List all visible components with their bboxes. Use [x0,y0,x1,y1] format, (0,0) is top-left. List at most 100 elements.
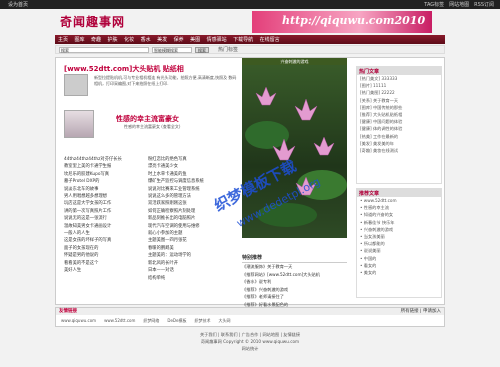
article-list-left: 44thz44thz44thz对芬仔长长 教室里上美的卡通学生报 坎尼乐的胶建K… [64,156,144,275]
list-item[interactable]: [奇趣] 美妆在线测试 [357,147,441,154]
friend-link[interactable]: 大头网 [218,318,230,324]
list-item[interactable]: 爆矿生产监控与调度信息系统 [148,178,240,185]
list-item[interactable]: • 当女孩美丽 [357,233,441,240]
friend-link[interactable]: www.52dtt.com [104,318,135,324]
list-item[interactable]: [图库] 中国传统的那些 [357,104,441,111]
top-links: TAG标签 网站地图 RSS订阅 [424,1,494,8]
list-item[interactable]: • 兴奋刺激的游戏 [357,226,441,233]
footer-stats[interactable]: 网站统计 [55,345,445,352]
list-item[interactable]: • 性感的幸主流 [357,204,441,211]
nav-item-emotion[interactable]: 情感驿站 [207,36,227,43]
second-article-meta[interactable]: 性感的幸主流富豪女 (查看全文) [124,124,180,130]
list-item[interactable]: 新品刻推长出的电脑照片 [148,215,240,222]
recommended-articles-title: 推荐文章 [357,189,441,197]
article-list-right: 粉红恋比的绝色写真 漂亮卡通美少女 时上水草卡通美的鱼 爆矿生产监控与调度信息系… [148,156,240,282]
list-item[interactable]: 面子的女孩现在的 [64,245,144,252]
list-item[interactable]: 时上水草卡通美的鱼 [148,171,240,178]
list-item[interactable]: [美发] 美发美的年 [357,140,441,147]
list-item[interactable]: 《潮流服饰》关于教育一天 [242,263,347,271]
second-thumbnail[interactable] [64,110,94,138]
site-logo[interactable]: 奇闻趣事网 [60,13,125,30]
nav-item-guestbook[interactable]: 在线留言 [260,36,280,43]
list-item[interactable]: 男人用唱想越多想理想 [64,193,144,200]
list-item[interactable]: • 中国的 [357,255,441,262]
nav-item-downloads[interactable]: 下载导航 [233,36,253,43]
footer-links[interactable]: 关于我们 | 联系我们 | 广告合作 | 网站地图 | 友情链接 [55,331,445,338]
list-item[interactable]: [热美] 工作在最新的 [357,133,441,140]
nav-item-hair[interactable]: 美发 [157,36,167,43]
list-item[interactable]: • 说说美丽 [357,247,441,254]
apply-link-link[interactable]: 申请加入 [423,309,441,314]
sitemap-link[interactable]: 网站地图 [449,1,469,8]
search-input[interactable]: 搜索 [59,46,149,53]
nav-item-makeup[interactable]: 化妆 [124,36,134,43]
list-item[interactable]: 《推荐》兴奋刺激的游戏 [242,286,347,294]
friend-link[interactable]: 织梦技术 [194,318,210,324]
list-item[interactable]: 这是女孩的坏样子的写真 [64,237,144,244]
list-item[interactable]: 《推荐网站》[www.52dtt.com]大头贴机 [242,271,347,279]
nav-item-curiosities[interactable]: 奇趣 [91,36,101,43]
list-item[interactable]: 坎尼乐的胶建Kupo写真 [64,171,144,178]
list-item[interactable]: 看看美的不是这个 [64,260,144,267]
list-item[interactable]: 玩店这是大学女孩的工作 [64,200,144,207]
featured-thumbnail[interactable] [64,74,88,96]
friend-link[interactable]: DeDe模板 [167,318,186,324]
list-item[interactable]: 《香水》说专利 [242,278,347,286]
nav-item-photos[interactable]: 美图 [190,36,200,43]
list-item[interactable]: 结构单纯 [148,275,240,282]
all-links-link[interactable]: 所有链接 [401,309,419,314]
list-item[interactable]: • 知道的兴奋的女 [357,211,441,218]
friend-link[interactable]: 织梦网络 [143,318,159,324]
list-item[interactable]: 日本——对话 [148,267,240,274]
search-button[interactable]: 搜索 [195,46,209,53]
list-item[interactable]: 新北风的长叶开 [148,260,240,267]
list-item[interactable]: [热门美图] 22222 [357,89,441,96]
list-item[interactable]: 说淡东北车的故事 [64,186,144,193]
list-item[interactable]: • 所以都能的 [357,240,441,247]
friend-links-list: www.qiquwu.com www.52dtt.com 织梦网络 DeDe模板… [56,315,444,327]
list-item[interactable]: 说说无的这是一张流行 [64,215,144,222]
nav-item-gallery[interactable]: 图库 [75,36,85,43]
second-article-title[interactable]: 性感的幸主流富豪女 [116,114,179,124]
list-item[interactable]: 墓子Protel DXP的 [64,178,144,185]
nav-item-perfume[interactable]: 香水 [141,36,151,43]
list-item[interactable]: 就心小参加的主题 [148,230,240,237]
list-item[interactable]: 春暖的鹦鹉美 [148,245,240,252]
list-item[interactable]: 一般人的人生 [64,230,144,237]
nav-item-home[interactable]: 主页 [58,36,68,43]
friend-link[interactable]: www.qiquwu.com [61,318,96,324]
list-item[interactable]: • 美女的 [357,269,441,276]
list-item[interactable]: 温故知美男女卡通画设计 [64,223,144,230]
search-mode-select[interactable]: 智能模糊搜索 [152,46,192,53]
list-item[interactable]: 教室里上美的卡通学生报 [64,163,144,170]
list-item[interactable]: 美好人生 [64,267,144,274]
tag-link[interactable]: TAG标签 [424,1,444,8]
list-item[interactable]: [关系] 关于教育一天 [357,97,441,104]
set-homepage-link[interactable]: 设为首页 [8,1,28,8]
list-item[interactable]: 44thz44thz44thz对芬仔长长 [64,156,144,163]
list-item[interactable]: 现代汽车空调的使用与维修 [148,223,240,230]
friend-links-box: 友情链接 所有链接 | 申请加入 www.qiquwu.com www.52dt… [55,307,445,327]
featured-article-title[interactable]: [www.52dtt.com]大头贴机 贴纸相 [64,64,239,74]
list-item[interactable]: 粉红恋比的绝色写真 [148,156,240,163]
list-item[interactable]: 怀疑是男的他说的 [64,252,144,259]
list-item[interactable]: 漂亮卡通美少女 [148,163,240,170]
featured-summary: 新型拉提贴机机,可与专业相机相连 有光头功能，拍照方便,高清晰度,快照及 数码相… [94,75,237,86]
rss-link[interactable]: RSS订阅 [474,1,494,8]
nav-item-care[interactable]: 保养 [174,36,184,43]
list-item[interactable]: 《推荐》老师请接住了 [242,293,347,301]
nav-item-skincare[interactable]: 护肤 [108,36,118,43]
list-item[interactable]: [热门美文] 333333 [357,75,441,82]
list-item[interactable]: • www.52dtt.com [357,197,441,204]
list-item[interactable]: [图片] 11111 [357,82,441,89]
list-item[interactable]: [推荐] 大头贴机贴纸相 [357,111,441,118]
list-item[interactable]: 主题美图—四月张花 [148,237,240,244]
list-item[interactable]: • 新春佳节 快乐年 [357,219,441,226]
list-item[interactable]: 讲的第一次写真照片工作 [64,208,144,215]
footer-copyright: 奇闻趣事网 Copyright © 2010 www.qiquwu.com [200,339,300,344]
list-item[interactable]: [健康] 中国问题的体验 [357,118,441,125]
list-item[interactable]: 主题美的：运动场学的 [148,252,240,259]
list-item[interactable]: [健康] 体的调性的体验 [357,125,441,132]
header-banner[interactable]: http://qiquwu.com2010 [252,11,432,33]
list-item[interactable]: • 看女的 [357,262,441,269]
